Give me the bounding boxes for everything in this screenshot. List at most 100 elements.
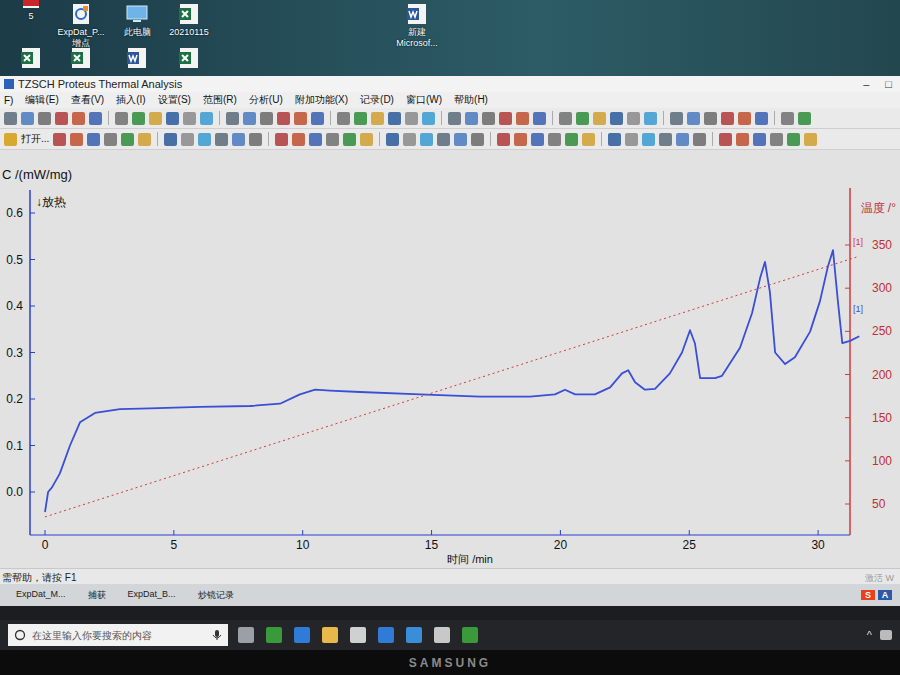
toolbar-button-icon[interactable] xyxy=(181,133,194,146)
toolbar-button-icon[interactable] xyxy=(337,112,350,125)
toolbar-button-icon[interactable] xyxy=(232,133,245,146)
desktop-icon[interactable]: 20210115 xyxy=(160,2,218,37)
toolbar-button-icon[interactable] xyxy=(275,133,288,146)
toolbar-button-icon[interactable] xyxy=(87,133,100,146)
toolbar-button-icon[interactable] xyxy=(565,133,578,146)
toolbar-button-icon[interactable] xyxy=(582,133,595,146)
toolbar-button-icon[interactable] xyxy=(309,133,322,146)
toolbar-button-icon[interactable] xyxy=(625,133,638,146)
toolbar-button-icon[interactable] xyxy=(311,112,324,125)
toolbar-button-icon[interactable] xyxy=(533,112,546,125)
microphone-icon[interactable] xyxy=(212,629,222,641)
toolbar-button-icon[interactable] xyxy=(770,133,783,146)
toolbar-button-icon[interactable] xyxy=(482,112,495,125)
toolbar-button-icon[interactable] xyxy=(687,112,700,125)
toolbar-button-icon[interactable] xyxy=(215,133,228,146)
toolbar-button-icon[interactable] xyxy=(753,133,766,146)
desktop-icon[interactable]: 此电脑 xyxy=(108,2,166,37)
toolbar-button-icon[interactable] xyxy=(576,112,589,125)
toolbar-button-icon[interactable] xyxy=(670,112,683,125)
toolbar-button-icon[interactable] xyxy=(499,112,512,125)
window-control-button[interactable]: □ xyxy=(885,78,892,90)
desktop-icon[interactable] xyxy=(2,46,60,70)
toolbar-button-icon[interactable] xyxy=(70,133,83,146)
toolbar-button-icon[interactable] xyxy=(121,133,134,146)
toolbar-button-icon[interactable] xyxy=(183,112,196,125)
toolbar-button-icon[interactable] xyxy=(448,112,461,125)
toolbar-button-icon[interactable] xyxy=(243,112,256,125)
toolbar-button-icon[interactable] xyxy=(787,133,800,146)
toolbar-button-icon[interactable] xyxy=(627,112,640,125)
taskbar-app-icon[interactable] xyxy=(238,627,254,643)
taskbar-app-icon[interactable] xyxy=(406,627,422,643)
open-button[interactable]: 打开... xyxy=(21,132,49,146)
toolbar-button-icon[interactable] xyxy=(471,133,484,146)
toolbar-button-icon[interactable] xyxy=(200,112,213,125)
toolbar-button-icon[interactable] xyxy=(89,112,102,125)
toolbar-button-icon[interactable] xyxy=(721,112,734,125)
menu-item[interactable]: 编辑(E) xyxy=(25,93,58,107)
toolbar-button-icon[interactable] xyxy=(360,133,373,146)
toolbar-button-icon[interactable] xyxy=(804,133,817,146)
toolbar-button-icon[interactable] xyxy=(21,112,34,125)
taskbar-app-icon[interactable] xyxy=(350,627,366,643)
desktop-icon[interactable]: 新建Microsof... xyxy=(388,2,446,48)
toolbar-button-icon[interactable] xyxy=(166,112,179,125)
window-control-button[interactable]: – xyxy=(863,78,869,90)
toolbar-button-icon[interactable] xyxy=(608,133,621,146)
toolbar-button-icon[interactable] xyxy=(115,112,128,125)
toolbar-button-icon[interactable] xyxy=(403,133,416,146)
toolbar-button-icon[interactable] xyxy=(659,133,672,146)
toolbar-button-icon[interactable] xyxy=(497,133,510,146)
menu-item[interactable]: 查看(V) xyxy=(71,93,104,107)
toolbar-button-icon[interactable] xyxy=(132,112,145,125)
menu-item[interactable]: 分析(U) xyxy=(249,93,283,107)
toolbar-button-icon[interactable] xyxy=(4,112,17,125)
taskbar-app-icon[interactable] xyxy=(266,627,282,643)
toolbar-button-icon[interactable] xyxy=(420,133,433,146)
tray-expand-button[interactable]: ^ xyxy=(867,629,872,641)
toolbar-button-icon[interactable] xyxy=(198,133,211,146)
desktop-icon[interactable] xyxy=(160,46,218,70)
toolbar-button-icon[interactable] xyxy=(422,112,435,125)
menu-item[interactable]: 帮助(H) xyxy=(454,93,488,107)
toolbar-button-icon[interactable] xyxy=(781,112,794,125)
open-window-item[interactable]: ExpDat_B... xyxy=(128,589,176,602)
toolbar-button-icon[interactable] xyxy=(72,112,85,125)
network-icon[interactable] xyxy=(880,630,892,640)
toolbar-button-icon[interactable] xyxy=(226,112,239,125)
toolbar-button-icon[interactable] xyxy=(138,133,151,146)
toolbar-button-icon[interactable] xyxy=(704,112,717,125)
menu-item[interactable]: 附加功能(X) xyxy=(295,93,348,107)
taskbar-app-icon[interactable] xyxy=(462,627,478,643)
open-window-item[interactable]: 捕获 xyxy=(88,589,106,602)
toolbar-button-icon[interactable] xyxy=(53,133,66,146)
toolbar-button-icon[interactable] xyxy=(610,112,623,125)
menu-item[interactable]: 插入(I) xyxy=(116,93,145,107)
toolbar-button-icon[interactable] xyxy=(755,112,768,125)
toolbar-button-icon[interactable] xyxy=(371,112,384,125)
toolbar-button-icon[interactable] xyxy=(593,112,606,125)
toolbar-button-icon[interactable] xyxy=(164,133,177,146)
toolbar-button-icon[interactable] xyxy=(292,133,305,146)
desktop-icon[interactable] xyxy=(108,46,166,70)
toolbar-button-icon[interactable] xyxy=(277,112,290,125)
search-input[interactable] xyxy=(32,630,206,641)
desktop-icon[interactable]: 5 xyxy=(2,0,60,21)
taskbar-app-icon[interactable] xyxy=(378,627,394,643)
toolbar-button-icon[interactable] xyxy=(465,112,478,125)
toolbar-button-icon[interactable] xyxy=(531,133,544,146)
taskbar-app-icon[interactable] xyxy=(322,627,338,643)
toolbar-button-icon[interactable] xyxy=(644,112,657,125)
open-window-item[interactable]: 炒镜记录 xyxy=(198,589,234,602)
open-window-item[interactable]: ExpDat_M... xyxy=(16,589,66,602)
toolbar-button-icon[interactable] xyxy=(104,133,117,146)
toolbar-button-icon[interactable] xyxy=(386,133,399,146)
toolbar-button-icon[interactable] xyxy=(514,133,527,146)
toolbar-button-icon[interactable] xyxy=(719,133,732,146)
menu-item[interactable]: 设置(S) xyxy=(158,93,191,107)
desktop-icon[interactable]: ExpDat_P...增点 xyxy=(52,2,110,48)
taskbar-app-icon[interactable] xyxy=(434,627,450,643)
desktop-icon[interactable] xyxy=(52,46,110,70)
toolbar-button-icon[interactable] xyxy=(405,112,418,125)
